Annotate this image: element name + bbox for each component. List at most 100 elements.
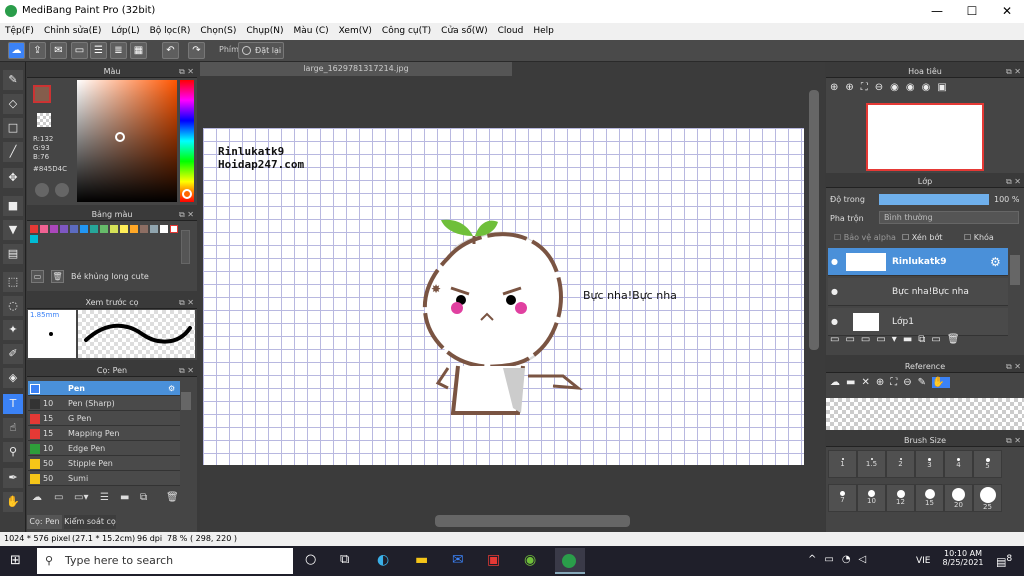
delete-brush-icon[interactable]: 🗑 bbox=[166, 492, 179, 503]
undo-icon[interactable]: ↶ bbox=[162, 42, 179, 59]
menu-file[interactable]: Tệp(F) bbox=[0, 23, 39, 40]
maximize-button[interactable]: ☐ bbox=[955, 0, 989, 23]
palette-swatch[interactable] bbox=[90, 225, 98, 233]
delete-palette-icon[interactable]: 🗑 bbox=[51, 270, 64, 283]
layer-actions[interactable]: ▭▭▭▭▾▬⧉▭🗑 bbox=[830, 334, 966, 345]
brush-settings-icon[interactable]: ☰ bbox=[100, 492, 109, 503]
pen-tool-icon[interactable]: ╱ bbox=[3, 142, 23, 162]
menu-edit[interactable]: Chỉnh sửa(E) bbox=[39, 23, 106, 40]
hue-slider[interactable] bbox=[180, 80, 194, 202]
panel-menu-icon[interactable]: ⧉ ✕ bbox=[1006, 434, 1021, 447]
gradient-tool-icon[interactable]: ▤ bbox=[3, 244, 23, 264]
layer-row-caption[interactable]: ● Bực nha!Bực nha bbox=[828, 278, 1008, 306]
menu-window[interactable]: Cửa sổ(W) bbox=[436, 23, 492, 40]
vertical-scrollbar[interactable] bbox=[809, 90, 819, 350]
pen-item-g-pen[interactable]: 15 G Pen bbox=[28, 411, 180, 426]
foreground-color-swatch[interactable] bbox=[33, 85, 51, 103]
saturation-brightness-picker[interactable] bbox=[77, 80, 177, 202]
doc-icon[interactable]: ☰ bbox=[90, 42, 107, 59]
menu-filter[interactable]: Bộ lọc(R) bbox=[145, 23, 196, 40]
panel-menu-icon[interactable]: ⧉ ✕ bbox=[179, 208, 194, 221]
panel-menu-icon[interactable]: ⧉ ✕ bbox=[179, 65, 194, 78]
menu-color[interactable]: Màu (C) bbox=[289, 23, 334, 40]
eyedropper-tool-icon[interactable]: ⚲ bbox=[3, 442, 23, 462]
panel-menu-icon[interactable]: ⧉ ✕ bbox=[1006, 175, 1021, 188]
blend-mode-select[interactable]: Bình thường bbox=[879, 211, 1019, 224]
brush-size-cell[interactable]: 3 bbox=[915, 450, 944, 478]
menu-tools[interactable]: Công cụ(T) bbox=[377, 23, 436, 40]
hue-slider-handle[interactable] bbox=[182, 189, 192, 199]
palette-swatch[interactable] bbox=[80, 225, 88, 233]
palette-swatch[interactable] bbox=[40, 225, 48, 233]
palette-swatch[interactable] bbox=[120, 225, 128, 233]
tab-brush[interactable]: Cọ: Pen bbox=[27, 515, 62, 529]
eye-icon[interactable]: ● bbox=[831, 308, 838, 336]
gear-icon[interactable]: ⚙ bbox=[990, 248, 1001, 276]
palette-swatch[interactable] bbox=[30, 235, 38, 243]
bucket-tool-icon[interactable]: ▼ bbox=[3, 220, 23, 240]
brush-size-cell[interactable]: 20 bbox=[944, 484, 973, 512]
color-settings-icon[interactable] bbox=[55, 183, 69, 197]
palette-scrollbar[interactable] bbox=[181, 230, 190, 264]
mail-icon[interactable]: ✉ bbox=[452, 552, 464, 568]
select-tool-icon[interactable]: ⬚ bbox=[3, 272, 23, 292]
brush-size-cell[interactable]: 5 bbox=[973, 450, 1002, 478]
brush-size-cell[interactable]: 7 bbox=[828, 484, 857, 512]
palette-swatch[interactable] bbox=[110, 225, 118, 233]
panel-menu-icon[interactable]: ⧉ ✕ bbox=[1006, 360, 1021, 373]
layer-scrollbar[interactable] bbox=[1010, 255, 1020, 285]
hand-tool-icon[interactable]: ✋ bbox=[3, 492, 23, 512]
layer-row-rinlukatk9[interactable]: ● Rinlukatk9 ⚙ bbox=[828, 248, 1008, 276]
palette-swatch[interactable] bbox=[170, 225, 178, 233]
palette-swatch[interactable] bbox=[130, 225, 138, 233]
palette-icon[interactable] bbox=[35, 183, 49, 197]
menu-view[interactable]: Xem(V) bbox=[334, 23, 377, 40]
app-icon[interactable]: ◉ bbox=[524, 552, 536, 568]
document-tab[interactable]: large_1629781317214.jpg bbox=[200, 62, 512, 76]
new-icon[interactable]: ▭ bbox=[71, 42, 88, 59]
gear-icon[interactable]: ⚙ bbox=[168, 381, 175, 396]
tray-icons[interactable]: ^▭◔◁ bbox=[808, 554, 874, 565]
eraser-tool-icon[interactable]: ◇ bbox=[3, 94, 23, 114]
export-icon[interactable]: ⇪ bbox=[29, 42, 46, 59]
panel-menu-icon[interactable]: ⧉ ✕ bbox=[179, 364, 194, 377]
dot-tool-icon[interactable]: □ bbox=[3, 118, 23, 138]
brush-size-cell[interactable]: 1.5 bbox=[857, 450, 886, 478]
magic-wand-tool-icon[interactable]: ✦ bbox=[3, 320, 23, 340]
palette-swatch[interactable] bbox=[100, 225, 108, 233]
eye-icon[interactable]: ● bbox=[831, 248, 838, 276]
minimize-button[interactable]: — bbox=[920, 0, 954, 23]
brush-size-cell[interactable]: 15 bbox=[915, 484, 944, 512]
palette-swatch[interactable] bbox=[150, 225, 158, 233]
windows-start-icon[interactable]: ⊞ bbox=[10, 553, 26, 569]
brush-folder-icon[interactable]: ▬ bbox=[120, 492, 129, 503]
clock[interactable]: 10:10 AM 8/25/2021 bbox=[940, 549, 986, 567]
eye-icon[interactable]: ● bbox=[831, 278, 838, 306]
cloud-brush-icon[interactable]: ☁ bbox=[32, 492, 42, 503]
palette-swatch[interactable] bbox=[50, 225, 58, 233]
pen-item-edge-pen[interactable]: 10 Edge Pen bbox=[28, 441, 180, 456]
opacity-slider[interactable] bbox=[879, 194, 989, 205]
navigator-thumbnail[interactable] bbox=[866, 103, 984, 171]
select-pen-tool-icon[interactable]: ✐ bbox=[3, 344, 23, 364]
brush-size-cell[interactable]: 4 bbox=[944, 450, 973, 478]
edge-browser-icon[interactable]: ◐ bbox=[377, 552, 389, 568]
menu-cloud[interactable]: Cloud bbox=[493, 23, 529, 40]
menu-snap[interactable]: Chụp(N) bbox=[241, 23, 288, 40]
color-picker-cursor[interactable] bbox=[115, 132, 125, 142]
palette-swatch[interactable] bbox=[140, 225, 148, 233]
pen-list-scrollbar[interactable] bbox=[181, 392, 191, 410]
brush-size-cell[interactable]: 2 bbox=[886, 450, 915, 478]
lasso-tool-icon[interactable]: ◌ bbox=[3, 296, 23, 316]
text-tool-icon[interactable]: T bbox=[3, 394, 23, 414]
protect-alpha-checkbox[interactable]: ☐ Bảo vệ alpha bbox=[834, 233, 896, 242]
palette-swatch[interactable] bbox=[70, 225, 78, 233]
add-brush-icon[interactable]: ▭ bbox=[54, 492, 63, 503]
brush-size-cell[interactable]: 1 bbox=[828, 450, 857, 478]
file-explorer-icon[interactable]: ▬ bbox=[415, 552, 428, 568]
background-color-swatch[interactable] bbox=[37, 113, 51, 127]
new-palette-icon[interactable]: ▭ bbox=[31, 270, 44, 283]
list-icon[interactable]: ≣ bbox=[110, 42, 127, 59]
panel-menu-icon[interactable]: ⧉ ✕ bbox=[179, 296, 194, 309]
panel-menu-icon[interactable]: ⧉ ✕ bbox=[1006, 65, 1021, 78]
